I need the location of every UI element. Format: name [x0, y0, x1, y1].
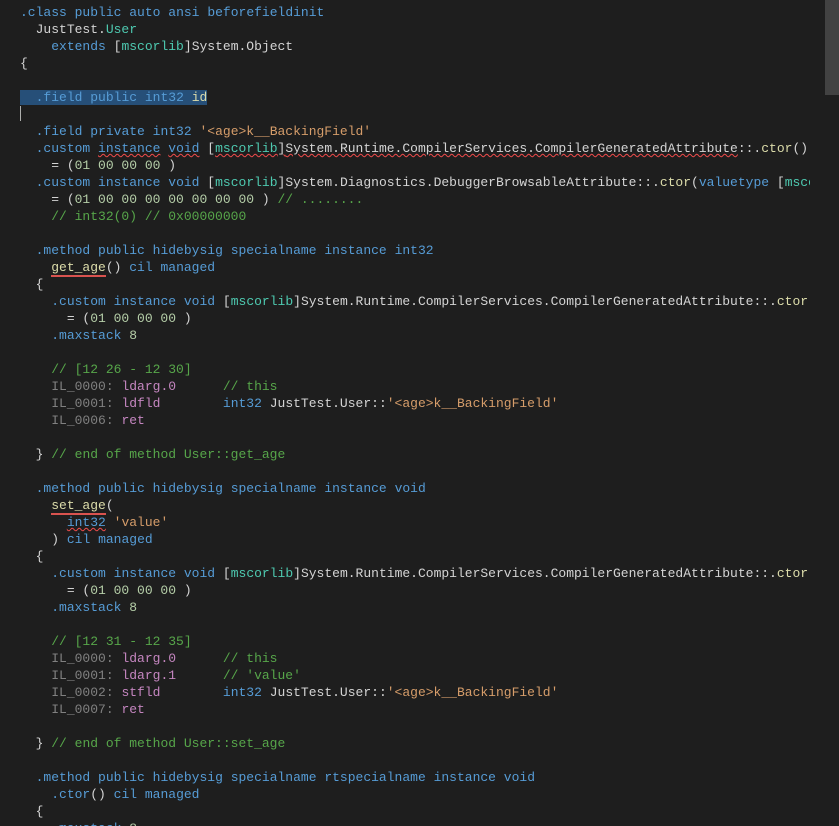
- directive: .method: [36, 243, 91, 258]
- method-name: set_age: [51, 498, 106, 515]
- brace: {: [36, 804, 44, 819]
- comment: // end of method User::get_age: [51, 447, 285, 462]
- directive: .method: [36, 481, 91, 496]
- keyword: void: [168, 141, 199, 156]
- keyword: auto: [129, 5, 160, 20]
- type-name: User: [106, 22, 137, 37]
- comment: // int32(0) // 0x00000000: [51, 209, 246, 224]
- assembly: mscorlib: [121, 39, 183, 54]
- bytes: 01 00 00 00 00 00 00 00: [75, 192, 254, 207]
- directive: .custom: [36, 175, 91, 190]
- selected-text: .field public int32 id: [20, 90, 207, 105]
- vertical-scrollbar[interactable]: [825, 0, 839, 826]
- bytes: 01 00 00 00: [75, 158, 161, 173]
- brace: {: [36, 277, 44, 292]
- keyword: ansi: [168, 5, 199, 20]
- keyword: instance: [98, 141, 160, 156]
- opcode: ldarg.0: [121, 379, 176, 394]
- keyword: public: [75, 5, 122, 20]
- type-ref: System.Object: [192, 39, 293, 54]
- brace: {: [20, 56, 28, 71]
- bracket: ]: [184, 39, 192, 54]
- text-cursor: [20, 106, 21, 121]
- directive: .class: [20, 5, 67, 20]
- type-ref: System.Runtime.CompilerServices.Compiler…: [285, 141, 737, 156]
- keyword: beforefieldinit: [207, 5, 324, 20]
- comment: // end of method User::set_age: [51, 736, 285, 751]
- il-label: IL_0000:: [51, 379, 113, 394]
- directive: .custom: [36, 141, 91, 156]
- keyword: extends: [51, 39, 106, 54]
- directive: .method: [36, 770, 91, 785]
- scroll-thumb[interactable]: [825, 0, 839, 95]
- keyword: private: [90, 124, 145, 139]
- comment: // [12 26 - 12 30]: [51, 362, 191, 377]
- brace: {: [36, 549, 44, 564]
- method-name: get_age: [51, 260, 106, 277]
- comment: // [12 31 - 12 35]: [51, 634, 191, 649]
- namespace: JustTest.: [36, 22, 106, 37]
- directive: .field: [36, 124, 83, 139]
- keyword: int32: [153, 124, 192, 139]
- string: '<age>k__BackingField': [199, 124, 371, 139]
- code-editor[interactable]: .class public auto ansi beforefieldinit …: [0, 0, 810, 826]
